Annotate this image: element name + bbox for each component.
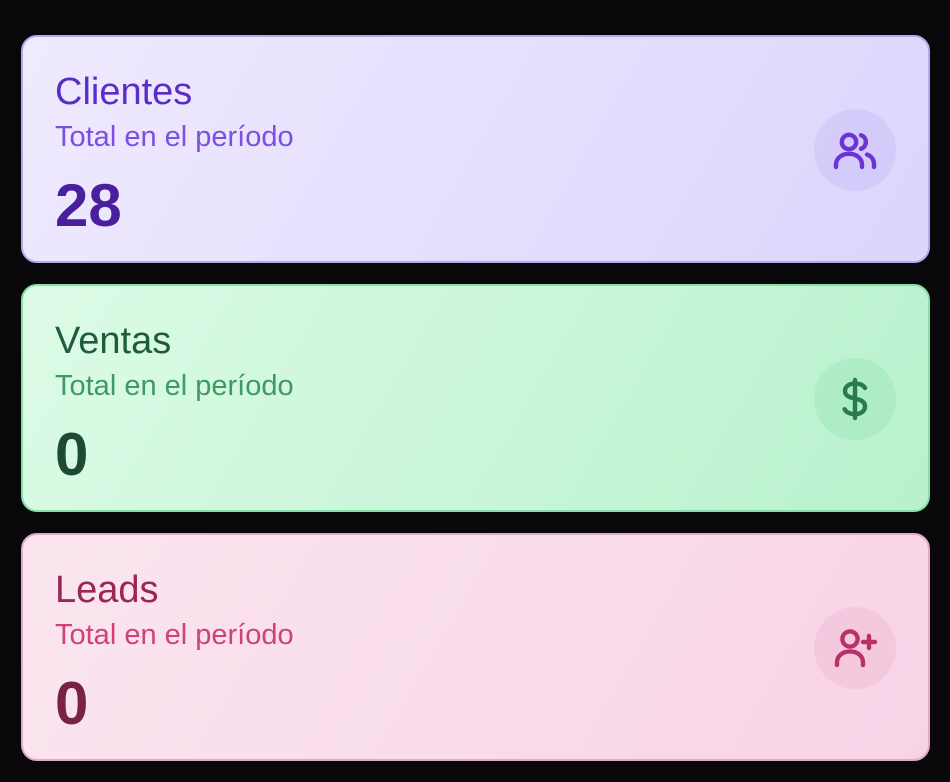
card-subtitle: Total en el período	[55, 121, 294, 153]
dollar-icon	[814, 358, 896, 440]
card-value: 0	[55, 421, 89, 488]
user-plus-icon	[814, 607, 896, 689]
stats-cards: Clientes Total en el período 28 Ventas T…	[21, 35, 930, 782]
card-value: 0	[55, 670, 89, 737]
card-subtitle: Total en el período	[55, 370, 294, 402]
card-title: Ventas	[55, 320, 172, 362]
card-title: Leads	[55, 569, 159, 611]
card-title: Clientes	[55, 71, 193, 113]
card-ventas[interactable]: Ventas Total en el período 0	[21, 284, 930, 512]
card-leads[interactable]: Leads Total en el período 0	[21, 533, 930, 761]
card-subtitle: Total en el período	[55, 619, 294, 651]
card-clientes[interactable]: Clientes Total en el período 28	[21, 35, 930, 263]
users-icon	[814, 109, 896, 191]
card-value: 28	[55, 172, 122, 239]
